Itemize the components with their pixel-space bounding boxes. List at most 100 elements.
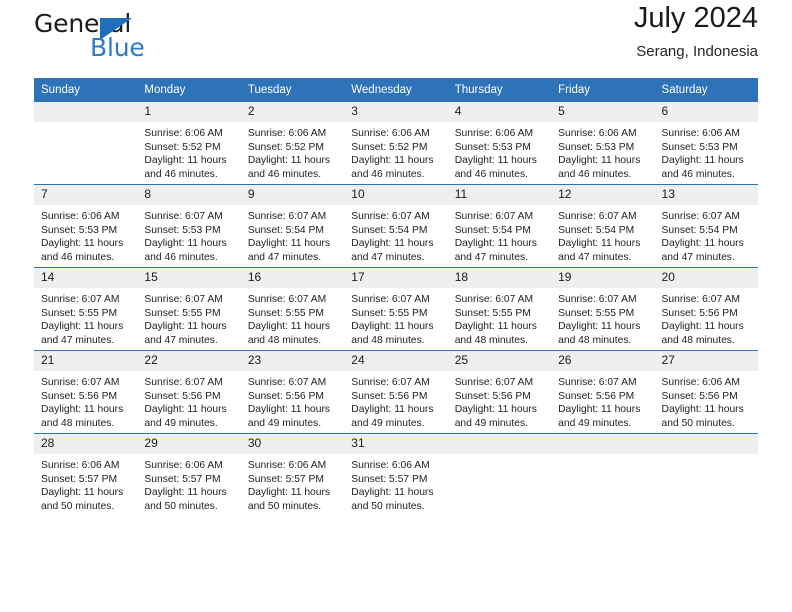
title-block: July 2024 Serang, Indonesia bbox=[634, 2, 758, 60]
daylight-text-line1: Daylight: 11 hours bbox=[351, 155, 434, 167]
sunrise-text: Sunrise: 6:07 AM bbox=[351, 377, 430, 388]
daylight-text-line2: and 47 minutes. bbox=[144, 334, 218, 346]
calendar-day-cell[interactable]: 11 Sunrise: 6:07 AM Sunset: 5:54 PM Dayligh… bbox=[447, 184, 552, 268]
calendar-day-cell[interactable]: 21 Sunrise: 6:07 AM Sunset: 5:56 PM Dayligh… bbox=[34, 350, 138, 434]
day-details: Sunrise: 6:06 AM Sunset: 5:57 PM Daylight:… bbox=[241, 454, 344, 513]
sunset-text: Sunset: 5:56 PM bbox=[41, 390, 118, 402]
calendar-day-cell[interactable]: 20 Sunrise: 6:07 AM Sunset: 5:56 PM Dayligh… bbox=[654, 267, 758, 351]
day-details: Sunrise: 6:06 AM Sunset: 5:53 PM Daylight:… bbox=[655, 122, 758, 181]
day-details: Sunrise: 6:06 AM Sunset: 5:57 PM Daylight:… bbox=[344, 454, 447, 513]
calendar-day-cell[interactable]: 25 Sunrise: 6:07 AM Sunset: 5:56 PM Dayligh… bbox=[447, 350, 552, 434]
daylight-text-line1: Daylight: 11 hours bbox=[247, 238, 331, 250]
sunrise-text: Sunrise: 6:07 AM bbox=[558, 377, 637, 388]
calendar-day-cell[interactable]: 15 Sunrise: 6:07 AM Sunset: 5:55 PM Dayligh… bbox=[137, 267, 241, 351]
weekday-header-thursday: Thursday bbox=[447, 78, 552, 102]
sunset-text: Sunset: 5:57 PM bbox=[351, 473, 428, 485]
weekday-header-sunday: Sunday bbox=[34, 78, 138, 102]
day-number: 3 bbox=[344, 102, 448, 122]
daylight-text-line2: and 46 minutes. bbox=[558, 168, 632, 180]
day-details: Sunrise: 6:06 AM Sunset: 5:57 PM Daylight:… bbox=[137, 454, 240, 513]
calendar-day-cell[interactable]: 7 Sunrise: 6:06 AM Sunset: 5:53 PM Daylight… bbox=[34, 184, 138, 268]
calendar-day-cell[interactable]: 19 Sunrise: 6:07 AM Sunset: 5:55 PM Dayligh… bbox=[551, 267, 655, 351]
day-details: Sunrise: 6:06 AM Sunset: 5:53 PM Daylight:… bbox=[34, 205, 137, 264]
calendar-day-cell[interactable]: 24 Sunrise: 6:07 AM Sunset: 5:56 PM Dayligh… bbox=[344, 350, 448, 434]
calendar-day-cell[interactable]: 12 Sunrise: 6:07 AM Sunset: 5:54 PM Dayligh… bbox=[551, 184, 655, 268]
calendar-day-cell[interactable]: 27 Sunrise: 6:06 AM Sunset: 5:56 PM Dayligh… bbox=[654, 350, 758, 434]
daylight-text-line1: Daylight: 11 hours bbox=[351, 487, 434, 499]
daylight-text-line2: and 49 minutes. bbox=[144, 417, 218, 429]
day-number: 26 bbox=[551, 351, 655, 371]
calendar-day-cell[interactable]: 4 Sunrise: 6:06 AM Sunset: 5:53 PM Daylight… bbox=[447, 102, 552, 185]
sunset-text: Sunset: 5:54 PM bbox=[247, 224, 324, 236]
calendar-day-cell[interactable]: 22 Sunrise: 6:07 AM Sunset: 5:56 PM Dayligh… bbox=[137, 350, 241, 434]
sunset-text: Sunset: 5:55 PM bbox=[351, 307, 428, 319]
sunrise-text: Sunrise: 6:06 AM bbox=[41, 460, 120, 471]
sunset-text: Sunset: 5:53 PM bbox=[661, 141, 738, 153]
day-number: 23 bbox=[240, 351, 345, 371]
calendar-day-cell[interactable]: 8 Sunrise: 6:07 AM Sunset: 5:53 PM Daylight… bbox=[137, 184, 241, 268]
calendar-day-cell[interactable]: 18 Sunrise: 6:07 AM Sunset: 5:55 PM Dayligh… bbox=[447, 267, 552, 351]
sunrise-text: Sunrise: 6:07 AM bbox=[144, 211, 223, 222]
day-number: 6 bbox=[654, 102, 758, 122]
daylight-text-line1: Daylight: 11 hours bbox=[558, 404, 641, 416]
daylight-text-line1: Daylight: 11 hours bbox=[558, 238, 641, 250]
daylight-text-line2: and 48 minutes. bbox=[454, 334, 528, 346]
daylight-text-line2: and 49 minutes. bbox=[351, 417, 425, 429]
weekday-header-wednesday: Wednesday bbox=[344, 78, 448, 102]
calendar-day-cell[interactable]: 28 Sunrise: 6:06 AM Sunset: 5:57 PM Dayligh… bbox=[34, 433, 138, 516]
day-number bbox=[654, 434, 758, 454]
daylight-text-line2: and 47 minutes. bbox=[351, 251, 425, 263]
day-details: Sunrise: 6:07 AM Sunset: 5:56 PM Daylight:… bbox=[137, 371, 240, 430]
calendar-day-cell[interactable]: 6 Sunrise: 6:06 AM Sunset: 5:53 PM Daylight… bbox=[654, 102, 758, 185]
daylight-text-line2: and 47 minutes. bbox=[661, 251, 735, 263]
calendar-day-cell[interactable]: 30 Sunrise: 6:06 AM Sunset: 5:57 PM Dayligh… bbox=[240, 433, 345, 516]
day-number: 17 bbox=[344, 268, 448, 288]
daylight-text-line1: Daylight: 11 hours bbox=[247, 155, 331, 167]
day-details: Sunrise: 6:07 AM Sunset: 5:55 PM Daylight:… bbox=[137, 288, 240, 347]
calendar-day-cell[interactable]: 14 Sunrise: 6:07 AM Sunset: 5:55 PM Dayligh… bbox=[34, 267, 138, 351]
daylight-text-line2: and 50 minutes. bbox=[351, 500, 425, 512]
daylight-text-line2: and 50 minutes. bbox=[41, 500, 115, 512]
day-details: Sunrise: 6:06 AM Sunset: 5:53 PM Daylight:… bbox=[448, 122, 551, 181]
calendar-day-cell[interactable]: 10 Sunrise: 6:07 AM Sunset: 5:54 PM Dayligh… bbox=[344, 184, 448, 268]
sunset-text: Sunset: 5:56 PM bbox=[144, 390, 221, 402]
daylight-text-line2: and 49 minutes. bbox=[558, 417, 632, 429]
daylight-text-line1: Daylight: 11 hours bbox=[144, 238, 227, 250]
calendar-day-cell[interactable]: 9 Sunrise: 6:07 AM Sunset: 5:54 PM Daylight… bbox=[240, 184, 345, 268]
calendar-day-cell[interactable]: 23 Sunrise: 6:07 AM Sunset: 5:56 PM Dayligh… bbox=[240, 350, 345, 434]
sunrise-text: Sunrise: 6:07 AM bbox=[351, 294, 430, 305]
calendar-day-cell[interactable]: 31 Sunrise: 6:06 AM Sunset: 5:57 PM Dayligh… bbox=[344, 433, 448, 516]
day-number: 25 bbox=[447, 351, 552, 371]
daylight-text-line2: and 47 minutes. bbox=[247, 251, 322, 263]
calendar-day-cell[interactable]: 1 Sunrise: 6:06 AM Sunset: 5:52 PM Daylight… bbox=[137, 102, 241, 185]
daylight-text-line1: Daylight: 11 hours bbox=[41, 238, 124, 250]
day-details: Sunrise: 6:07 AM Sunset: 5:55 PM Daylight:… bbox=[344, 288, 447, 347]
calendar-day-cell[interactable]: 13 Sunrise: 6:07 AM Sunset: 5:54 PM Dayligh… bbox=[654, 184, 758, 268]
daylight-text-line2: and 46 minutes. bbox=[661, 168, 735, 180]
sunrise-text: Sunrise: 6:06 AM bbox=[661, 377, 740, 388]
day-details: Sunrise: 6:07 AM Sunset: 5:55 PM Daylight:… bbox=[551, 288, 654, 347]
day-number: 24 bbox=[344, 351, 448, 371]
daylight-text-line1: Daylight: 11 hours bbox=[351, 404, 434, 416]
day-number: 10 bbox=[344, 185, 448, 205]
day-number: 21 bbox=[34, 351, 138, 371]
sunset-text: Sunset: 5:57 PM bbox=[41, 473, 118, 485]
sunrise-text: Sunrise: 6:07 AM bbox=[247, 377, 327, 388]
calendar-day-cell[interactable]: 26 Sunrise: 6:07 AM Sunset: 5:56 PM Dayligh… bbox=[551, 350, 655, 434]
daylight-text-line2: and 50 minutes. bbox=[247, 500, 322, 512]
sunrise-text: Sunrise: 6:07 AM bbox=[351, 211, 430, 222]
daylight-text-line2: and 47 minutes. bbox=[558, 251, 632, 263]
calendar-day-cell[interactable]: 3 Sunrise: 6:06 AM Sunset: 5:52 PM Daylight… bbox=[344, 102, 448, 185]
sunset-text: Sunset: 5:53 PM bbox=[144, 224, 221, 236]
calendar-day-cell[interactable]: 17 Sunrise: 6:07 AM Sunset: 5:55 PM Dayligh… bbox=[344, 267, 448, 351]
calendar-day-cell[interactable]: 16 Sunrise: 6:07 AM Sunset: 5:55 PM Dayligh… bbox=[240, 267, 345, 351]
daylight-text-line1: Daylight: 11 hours bbox=[351, 321, 434, 333]
day-details: Sunrise: 6:07 AM Sunset: 5:56 PM Daylight:… bbox=[655, 288, 758, 347]
sunrise-text: Sunrise: 6:07 AM bbox=[247, 294, 327, 305]
calendar-day-cell[interactable]: 2 Sunrise: 6:06 AM Sunset: 5:52 PM Daylight… bbox=[240, 102, 345, 185]
calendar-day-cell[interactable]: 29 Sunrise: 6:06 AM Sunset: 5:57 PM Dayligh… bbox=[137, 433, 241, 516]
day-number bbox=[447, 434, 552, 454]
sunrise-text: Sunrise: 6:06 AM bbox=[247, 128, 327, 139]
calendar-day-cell[interactable]: 5 Sunrise: 6:06 AM Sunset: 5:53 PM Daylight… bbox=[551, 102, 655, 185]
day-details: Sunrise: 6:07 AM Sunset: 5:56 PM Daylight:… bbox=[34, 371, 137, 430]
